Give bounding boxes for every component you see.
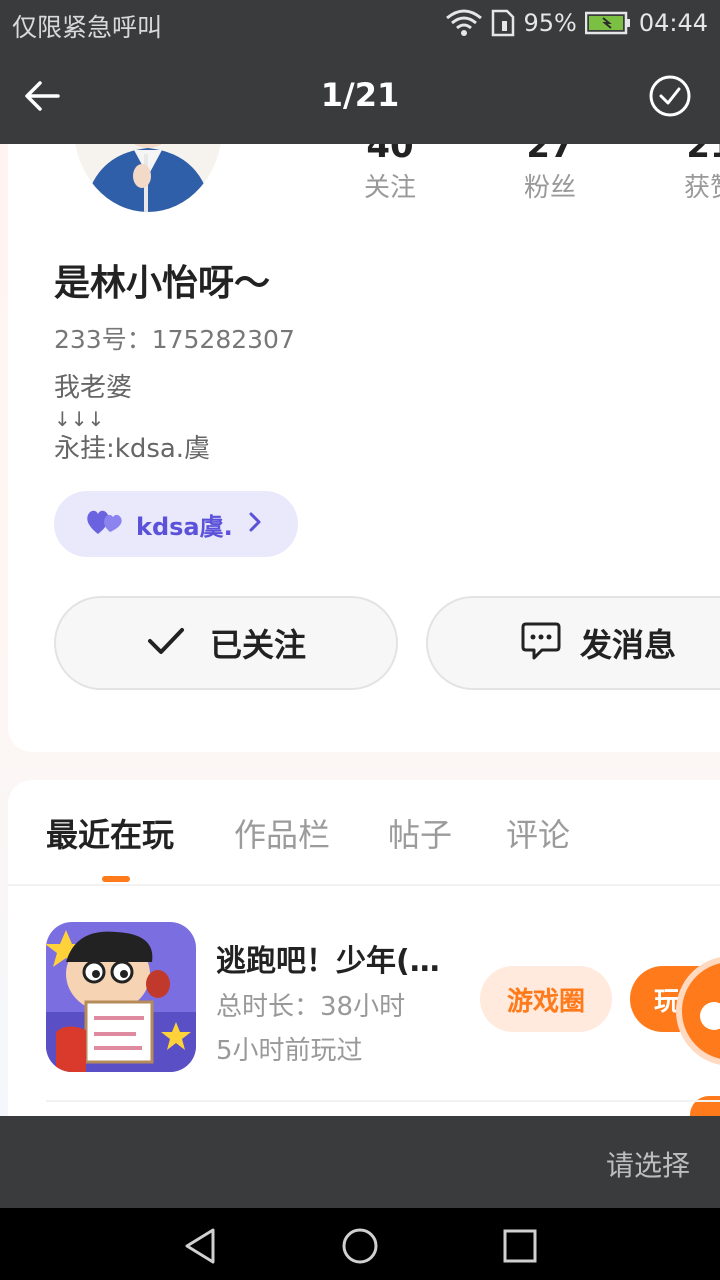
bio-line: 永挂:kdsa.虞 xyxy=(54,434,211,464)
chevron-right-icon xyxy=(245,511,265,537)
battery-percent: 95% xyxy=(523,9,577,37)
floating-ball-dot xyxy=(700,1002,720,1030)
activity-card: 最近在玩 作品栏 帖子 评论 逃跑吧！少年(… 总时长：38小时 5小时前玩过 … xyxy=(8,780,720,1116)
page-counter: 1/21 xyxy=(320,76,400,114)
select-button[interactable]: 请选择 xyxy=(606,1144,690,1184)
send-message-button[interactable]: 发消息 xyxy=(426,596,720,690)
profile-content[interactable]: 40 关注 27 粉丝 21 获赞 是林小怡呀～ 233号：175282307 … xyxy=(0,144,720,1116)
chat-bubble-icon xyxy=(520,621,562,665)
game-last-played: 5小时前玩过 xyxy=(216,1036,363,1066)
tag-label: kdsa虞. xyxy=(136,512,233,541)
check-icon xyxy=(146,625,186,661)
relation-tag[interactable]: kdsa虞. xyxy=(54,491,298,557)
stat-value: 21 xyxy=(686,144,720,166)
system-nav-bar xyxy=(0,1208,720,1280)
game-title: 逃跑吧！少年(… xyxy=(216,944,440,979)
bio: 我老婆 ↓↓↓ 永挂:kdsa.虞 xyxy=(54,372,210,466)
row-divider xyxy=(46,1100,720,1102)
user-id: 233号：175282307 xyxy=(54,325,295,354)
game-circle-button[interactable]: 游戏圈 xyxy=(480,966,612,1032)
stat-likes[interactable]: 21 获赞 xyxy=(650,144,720,208)
stat-label: 粉丝 xyxy=(523,173,576,203)
avatar[interactable] xyxy=(74,144,222,212)
wifi-icon xyxy=(445,8,483,38)
bio-line: ↓↓↓ xyxy=(54,407,105,431)
nav-home-icon[interactable] xyxy=(340,1226,380,1266)
game-total-time: 总时长：38小时 xyxy=(216,992,406,1022)
title-bar: 1/21 xyxy=(0,48,720,144)
tab-comments[interactable]: 评论 xyxy=(506,810,570,856)
select-bar: 请选择 xyxy=(0,1116,720,1208)
bio-line: 我老婆 xyxy=(54,373,133,403)
status-bar: 仅限紧急呼叫 95% 04:44 xyxy=(0,0,720,48)
screen: 仅限紧急呼叫 95% 04:44 1/21 40 关注 27 粉丝 2 获 是林… xyxy=(0,0,720,1280)
sim-icon xyxy=(491,9,515,37)
profile-card: 40 关注 27 粉丝 21 获赞 是林小怡呀～ 233号：175282307 … xyxy=(8,144,720,752)
message-label: 发消息 xyxy=(580,626,677,664)
stat-fans[interactable]: 27 粉丝 xyxy=(490,144,610,208)
clock: 04:44 xyxy=(638,9,708,37)
tab-recently-playing[interactable]: 最近在玩 xyxy=(46,810,174,856)
floating-badge[interactable] xyxy=(690,1096,720,1116)
tab-works[interactable]: 作品栏 xyxy=(234,810,330,856)
followed-button[interactable]: 已关注 xyxy=(54,596,398,690)
check-circle-icon[interactable] xyxy=(648,74,692,118)
stat-value: 27 xyxy=(526,144,574,166)
stat-label: 关注 xyxy=(363,173,416,203)
game-icon[interactable] xyxy=(46,922,196,1072)
followed-label: 已关注 xyxy=(209,626,306,664)
nickname: 是林小怡呀～ xyxy=(54,263,271,304)
battery-charging-icon xyxy=(584,11,631,35)
stat-label: 获赞 xyxy=(683,173,720,203)
tabs-divider xyxy=(8,884,720,886)
stat-value: 40 xyxy=(366,144,414,166)
status-icons: 95% 04:44 xyxy=(445,8,708,38)
nav-back-icon[interactable] xyxy=(180,1226,220,1266)
active-tab-indicator xyxy=(102,876,130,882)
nav-recents-icon[interactable] xyxy=(500,1226,540,1266)
double-heart-icon xyxy=(86,508,124,540)
tab-posts[interactable]: 帖子 xyxy=(388,810,452,856)
stat-following[interactable]: 40 关注 xyxy=(330,144,450,208)
carrier-text: 仅限紧急呼叫 xyxy=(12,13,163,42)
